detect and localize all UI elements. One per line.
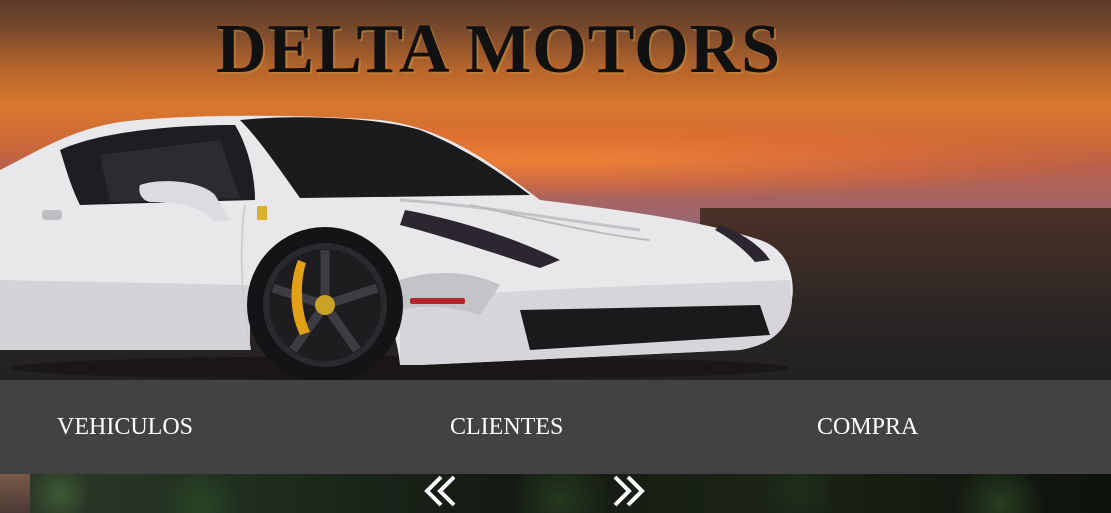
carousel-strip <box>0 474 1111 513</box>
sports-car-image <box>0 115 793 380</box>
hero-banner: DELTA MOTORS <box>0 0 1111 380</box>
main-nav: VEHICULOS CLIENTES COMPRA <box>0 380 1111 474</box>
nav-compra[interactable]: COMPRA <box>817 414 918 442</box>
roof-background <box>0 474 30 513</box>
double-chevron-right-icon <box>613 475 645 507</box>
foliage-background <box>0 474 1111 513</box>
site-title: DELTA MOTORS <box>216 11 782 88</box>
nav-vehiculos[interactable]: VEHICULOS <box>57 414 193 442</box>
double-chevron-left-icon <box>424 475 456 507</box>
carousel-next-button[interactable] <box>608 474 648 510</box>
nav-clientes[interactable]: CLIENTES <box>450 414 563 442</box>
carousel-prev-button[interactable] <box>421 474 461 510</box>
